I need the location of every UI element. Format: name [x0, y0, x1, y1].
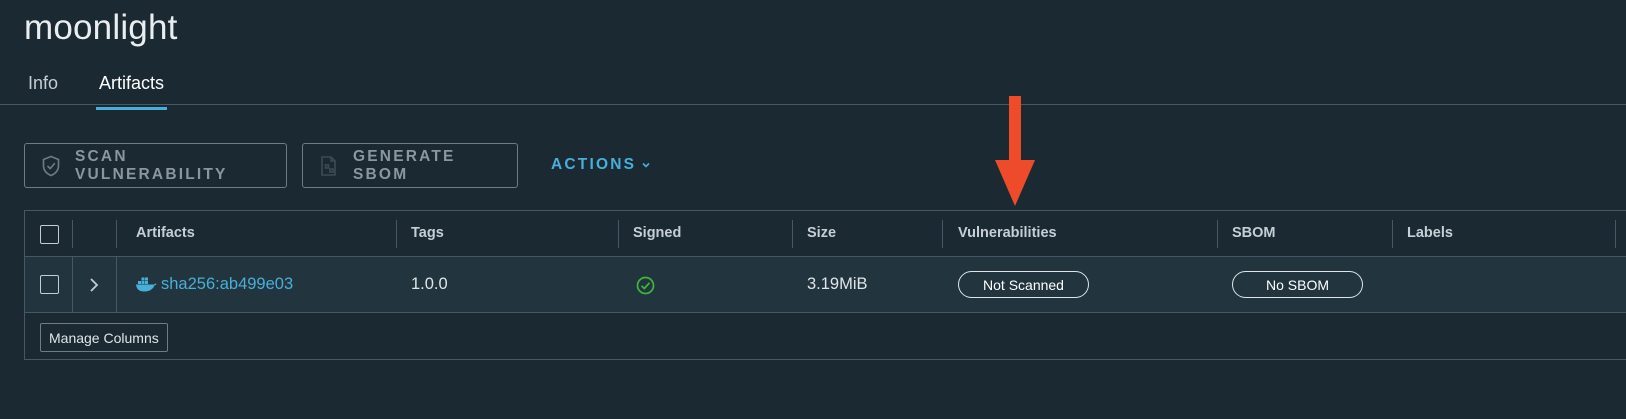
- column-separator[interactable]: [1615, 220, 1616, 248]
- column-header-size[interactable]: Size: [807, 225, 836, 241]
- tab-bar: Info Artifacts: [0, 64, 1626, 110]
- row-select-checkbox[interactable]: [40, 275, 59, 294]
- column-separator[interactable]: [792, 220, 793, 248]
- column-separator[interactable]: [1392, 220, 1393, 248]
- column-separator: [116, 257, 117, 313]
- column-header-artifacts[interactable]: Artifacts: [136, 225, 195, 241]
- column-separator[interactable]: [942, 220, 943, 248]
- tab-info[interactable]: Info: [25, 73, 61, 107]
- column-header-sbom[interactable]: SBOM: [1232, 225, 1276, 241]
- column-header-tags[interactable]: Tags: [411, 225, 444, 241]
- docker-icon: [135, 275, 157, 293]
- generate-sbom-label: GENERATE SBOM: [353, 147, 456, 183]
- scan-vulnerability-label: SCAN VULNERABILITY: [75, 147, 228, 183]
- column-separator[interactable]: [396, 220, 397, 248]
- manage-columns-button[interactable]: Manage Columns: [40, 323, 168, 352]
- page-title: moonlight: [24, 8, 178, 47]
- actions-label: ACTIONS: [551, 156, 637, 173]
- table-header: Artifacts Tags Signed Size Vulnerabiliti…: [25, 211, 1626, 257]
- vulnerability-status-badge[interactable]: Not Scanned: [958, 271, 1089, 298]
- artifact-digest-link[interactable]: sha256:ab499e03: [161, 275, 293, 294]
- scan-vulnerability-button[interactable]: SCAN VULNERABILITY: [24, 143, 287, 188]
- column-separator: [72, 220, 73, 248]
- artifact-size: 3.19MiB: [807, 275, 868, 293]
- table-row[interactable]: sha256:ab499e03 1.0.0 3.19MiB Not Scanne…: [25, 257, 1626, 313]
- chevron-right-icon[interactable]: [88, 276, 100, 294]
- generate-sbom-button[interactable]: GENERATE SBOM: [302, 143, 518, 188]
- column-header-labels[interactable]: Labels: [1407, 225, 1453, 241]
- column-separator: [72, 257, 73, 313]
- tab-artifacts[interactable]: Artifacts: [96, 73, 168, 110]
- check-circle-icon: [636, 276, 655, 295]
- column-separator: [116, 220, 117, 248]
- artifacts-page: moonlight Info Artifacts SCAN VULNERABIL…: [0, 0, 1626, 419]
- column-header-vulnerabilities[interactable]: Vulnerabilities: [958, 225, 1057, 241]
- red-arrow-down-icon: [994, 96, 1036, 213]
- chevron-down-icon: [641, 160, 651, 170]
- sbom-status-badge[interactable]: No SBOM: [1232, 271, 1363, 298]
- sbom-document-icon: [319, 155, 339, 177]
- shield-check-icon: [41, 155, 61, 177]
- actions-dropdown[interactable]: ACTIONS: [551, 156, 651, 174]
- artifacts-datagrid: Artifacts Tags Signed Size Vulnerabiliti…: [24, 210, 1626, 360]
- column-header-signed[interactable]: Signed: [633, 225, 681, 241]
- artifact-tag: 1.0.0: [411, 275, 448, 293]
- select-all-checkbox[interactable]: [40, 225, 59, 244]
- column-separator[interactable]: [1217, 220, 1218, 248]
- column-separator[interactable]: [618, 220, 619, 248]
